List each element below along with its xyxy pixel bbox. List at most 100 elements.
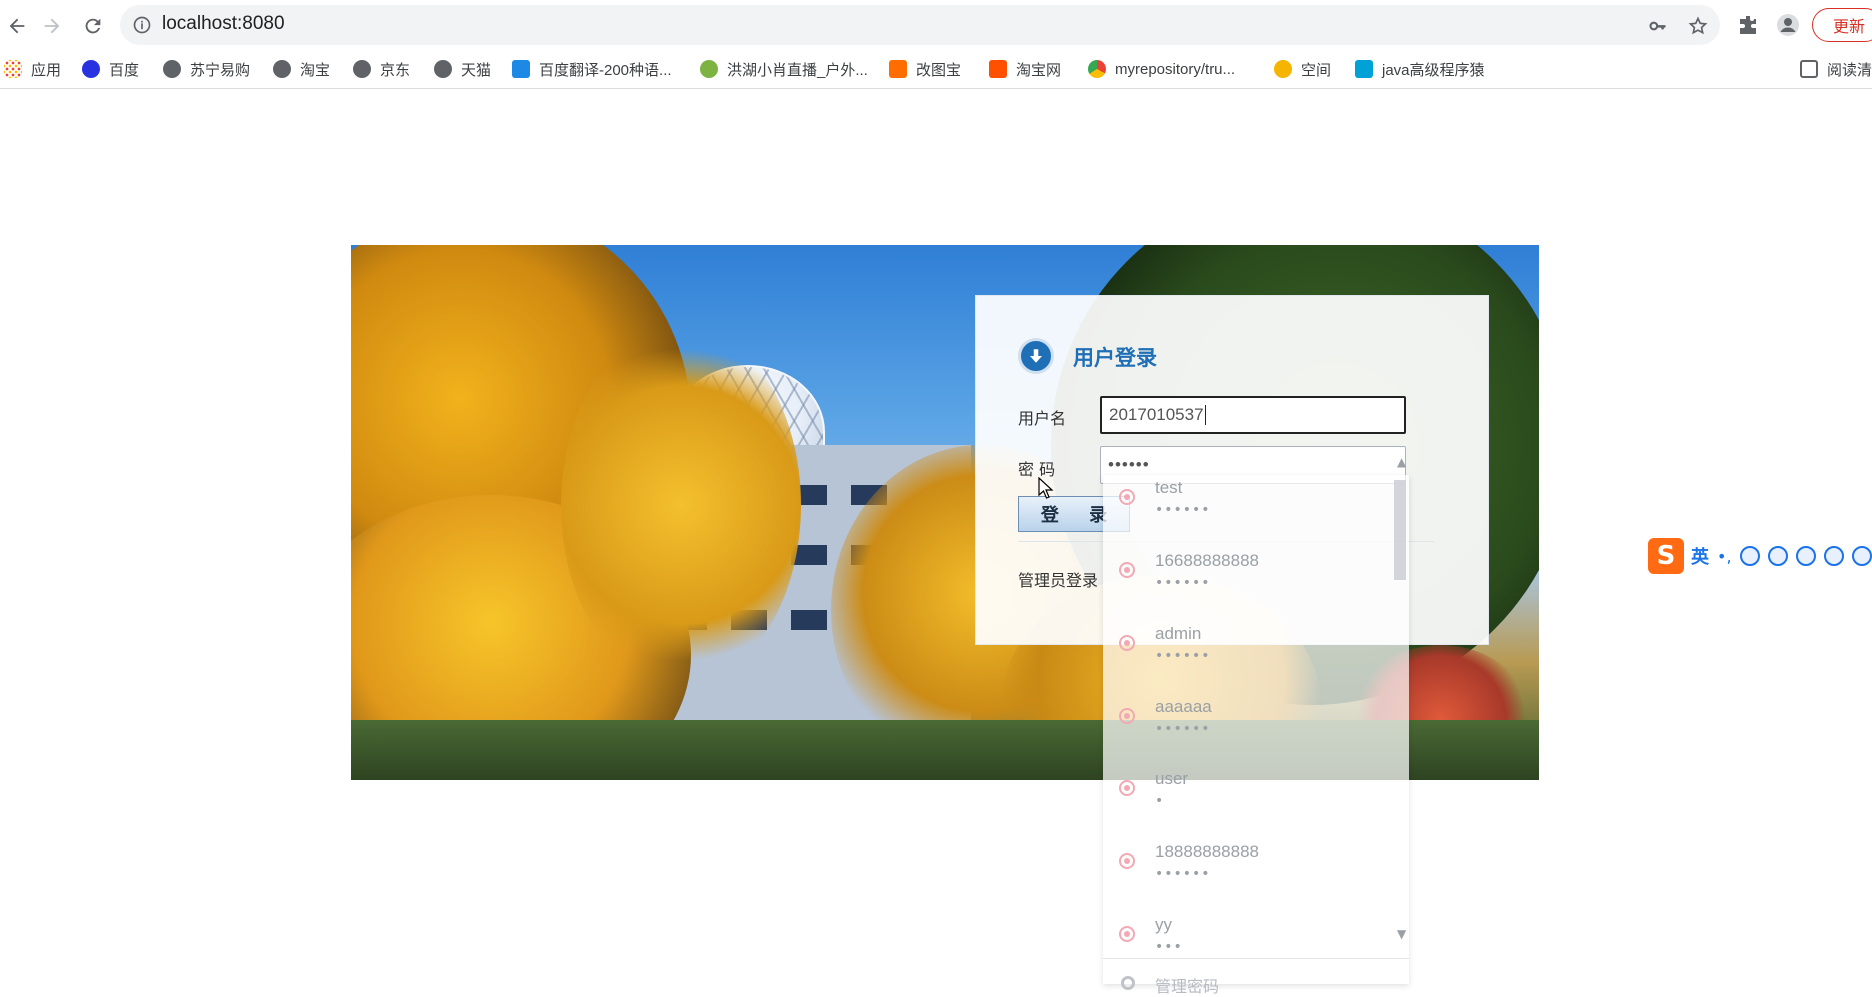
microphone-icon[interactable]: [1767, 546, 1788, 566]
emoji-icon[interactable]: [1739, 546, 1760, 566]
user-icon[interactable]: [1823, 546, 1844, 566]
dropdown-scrollbar[interactable]: [1394, 480, 1406, 580]
key-icon: [1119, 926, 1135, 942]
bookmark-taobao[interactable]: 淘宝: [273, 56, 330, 82]
forward-arrow-icon: [44, 18, 60, 34]
baidu-paw-icon: [82, 60, 100, 78]
password-autofill-dropdown: test •••••• 16688888888 •••••• admin •••…: [1103, 475, 1409, 984]
live-icon: [700, 60, 718, 78]
url-text[interactable]: localhost:8080: [162, 13, 285, 35]
bookmark-myrepository[interactable]: myrepository/tru...: [1088, 56, 1235, 82]
autofill-item[interactable]: 16688888888 ••••••: [1103, 551, 1409, 623]
password-value: ••••••: [1108, 455, 1150, 474]
bookmark-jd[interactable]: 京东: [353, 56, 410, 82]
bookmarks-bar: 应用 百度 苏宁易购 淘宝 京东 天猫 百度翻译-200种语... 洪湖小肖直播…: [0, 52, 1872, 89]
bilibili-icon: [1355, 60, 1373, 78]
autofill-username: 16688888888: [1155, 551, 1260, 570]
key-icon: [1119, 562, 1135, 578]
autofill-username: yy: [1155, 915, 1172, 934]
forward-button[interactable]: [35, 9, 69, 43]
autofill-item[interactable]: aaaaaa ••••••: [1103, 697, 1409, 769]
bookmark-bilibili[interactable]: java高级程序猿: [1355, 56, 1485, 82]
chevron-down-icon[interactable]: ▼: [1397, 927, 1406, 941]
browser-toolbar: localhost:8080 更新: [0, 0, 1872, 52]
bookmark-label: 天猫: [461, 61, 492, 79]
chevron-up-icon[interactable]: ▲: [1397, 455, 1406, 469]
autofill-username: aaaaaa: [1155, 697, 1212, 716]
autofill-password: ••••••: [1155, 575, 1211, 591]
update-label: 更新: [1833, 17, 1866, 36]
bookmark-label: 苏宁易购: [190, 61, 251, 79]
key-icon: [1119, 853, 1135, 869]
back-arrow-icon: [9, 18, 25, 34]
bookmark-apps[interactable]: 应用: [4, 56, 61, 82]
autofill-username: 18888888888: [1155, 842, 1260, 861]
reading-list-label: 阅读清: [1827, 61, 1872, 79]
ime-punctuation-toggle[interactable]: •,: [1717, 547, 1732, 566]
autofill-password: •••: [1155, 939, 1183, 955]
bookmark-live[interactable]: 洪湖小肖直播_户外...: [700, 56, 868, 82]
bookmark-suning[interactable]: 苏宁易购: [163, 56, 250, 82]
bookmark-baidu-translate[interactable]: 百度翻译-200种语...: [512, 56, 672, 82]
profile-avatar-icon[interactable]: [1776, 13, 1800, 37]
globe-icon: [434, 60, 452, 78]
reading-list-icon: [1800, 60, 1818, 78]
admin-login-link[interactable]: 管理员登录: [1018, 567, 1098, 591]
extensions-icon[interactable]: [1736, 13, 1760, 37]
key-icon: [1119, 635, 1135, 651]
key-icon: [1119, 780, 1135, 796]
bookmark-label: java高级程序猿: [1382, 61, 1485, 79]
globe-icon: [163, 60, 181, 78]
manage-passwords-label: 管理密码: [1155, 977, 1220, 996]
download-arrow-icon: [1018, 338, 1054, 374]
reload-button[interactable]: [76, 9, 110, 43]
bookmark-label: 洪湖小肖直播_户外...: [727, 61, 868, 79]
ime-language-toggle[interactable]: 英: [1691, 543, 1709, 569]
bookmark-taobao-net[interactable]: 淘宝网: [989, 56, 1061, 82]
keyboard-icon[interactable]: [1795, 546, 1816, 566]
autofill-password: ••••••: [1155, 648, 1211, 664]
key-icon[interactable]: [1648, 16, 1668, 36]
autofill-username: test: [1155, 478, 1183, 497]
ime-toolbar: S 英 •,: [1648, 538, 1872, 574]
autofill-item[interactable]: 18888888888 ••••••: [1103, 842, 1409, 914]
bookmark-qzone[interactable]: 空间: [1274, 56, 1331, 82]
autofill-password: ••••••: [1155, 721, 1211, 737]
autofill-username: user: [1155, 769, 1189, 788]
star-bookmark-icon[interactable]: [1688, 16, 1708, 36]
update-button[interactable]: 更新: [1812, 8, 1872, 42]
key-icon: [1119, 489, 1135, 505]
address-bar[interactable]: localhost:8080: [120, 5, 1720, 45]
autofill-item[interactable]: user •: [1103, 769, 1409, 841]
autofill-item[interactable]: test ••••••: [1103, 478, 1409, 550]
manage-passwords-item[interactable]: 管理密码: [1103, 958, 1409, 996]
bookmark-tmall[interactable]: 天猫: [434, 56, 491, 82]
key-icon: [1119, 708, 1135, 724]
username-input[interactable]: 2017010537: [1100, 396, 1406, 434]
reading-list[interactable]: 阅读清: [1800, 56, 1872, 82]
apps-grid-icon: [4, 60, 22, 78]
sogou-logo-icon[interactable]: S: [1648, 538, 1684, 574]
globe-icon: [273, 60, 291, 78]
bookmark-gaitubao[interactable]: 改图宝: [889, 56, 961, 82]
username-label: 用户名: [1018, 409, 1067, 428]
translate-icon: [512, 60, 530, 78]
autofill-item[interactable]: admin ••••••: [1103, 624, 1409, 696]
skin-icon[interactable]: [1851, 546, 1872, 566]
login-title: 用户登录: [1073, 346, 1157, 370]
reload-icon: [85, 18, 101, 34]
site-info-icon[interactable]: [132, 15, 152, 35]
chrome-icon: [1088, 60, 1106, 78]
bookmark-label: 淘宝: [300, 61, 331, 79]
bookmark-label: 百度翻译-200种语...: [539, 61, 672, 79]
bookmark-label: 应用: [31, 61, 62, 79]
gaitubao-icon: [889, 60, 907, 78]
back-button[interactable]: [0, 9, 34, 43]
bookmark-baidu[interactable]: 百度: [82, 56, 139, 82]
autofill-username: admin: [1155, 624, 1202, 643]
autofill-password: ••••••: [1155, 502, 1211, 518]
bookmark-label: 空间: [1301, 61, 1332, 79]
username-value: 2017010537: [1109, 405, 1204, 424]
autofill-password: •: [1155, 793, 1165, 809]
qzone-icon: [1274, 60, 1292, 78]
